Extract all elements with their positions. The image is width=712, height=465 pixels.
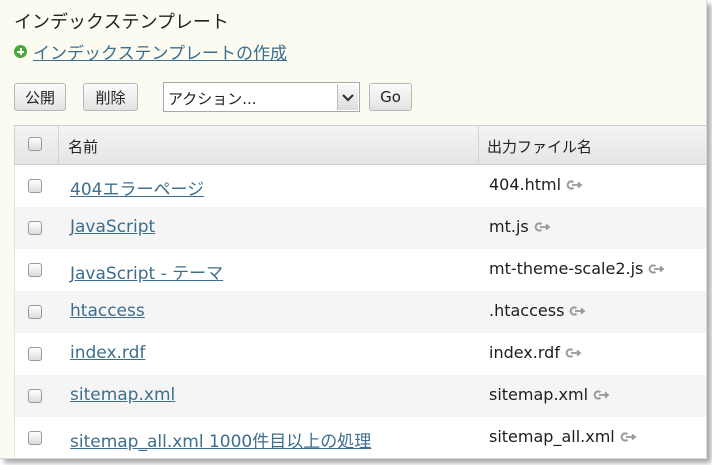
template-name-link[interactable]: htaccess — [70, 301, 145, 321]
header-checkbox-cell — [15, 126, 59, 164]
create-template-action[interactable]: インデックステンプレートの作成 — [14, 39, 287, 64]
output-file-name: 404.html — [489, 175, 562, 194]
plus-circle-icon[interactable] — [14, 45, 27, 58]
output-file-name: index.rdf — [489, 343, 560, 362]
template-name-link[interactable]: JavaScript — [70, 217, 155, 237]
table-row: index.rdf index.rdf — [14, 333, 706, 375]
delete-button[interactable]: 削除 — [83, 83, 138, 111]
external-link-icon[interactable] — [647, 263, 665, 275]
publish-button[interactable]: 公開 — [14, 83, 66, 111]
output-file-cell: 404.html — [489, 175, 583, 194]
table-row: 404エラーページ 404.html — [14, 165, 706, 207]
template-name-link[interactable]: sitemap_all.xml 1000件目以上の処理 — [70, 427, 371, 452]
templates-table: 名前 出力ファイル名 404エラーページ 404.html JavaScript… — [14, 125, 706, 458]
template-name-link[interactable]: index.rdf — [70, 343, 145, 363]
window-frame: インデックステンプレート インデックステンプレートの作成 公開 削除 アクション… — [0, 0, 707, 459]
external-link-icon[interactable] — [564, 347, 582, 359]
output-file-cell: mt-theme-scale2.js — [489, 259, 665, 278]
chevron-down-icon — [342, 93, 354, 102]
page-title: インデックステンプレート — [14, 12, 229, 33]
table-row: sitemap_all.xml 1000件目以上の処理 sitemap_all.… — [14, 417, 706, 458]
action-select[interactable]: アクション... — [163, 82, 360, 112]
output-file-name: mt-theme-scale2.js — [489, 259, 644, 278]
template-name-link[interactable]: JavaScript - テーマ — [70, 259, 223, 284]
external-link-icon[interactable] — [565, 179, 583, 191]
table-header: 名前 出力ファイル名 — [14, 125, 706, 165]
output-file-cell: mt.js — [489, 217, 551, 236]
template-name-link[interactable]: sitemap.xml — [70, 385, 175, 405]
row-checkbox[interactable] — [28, 389, 42, 403]
select-all-checkbox[interactable] — [28, 137, 42, 151]
row-checkbox[interactable] — [28, 305, 42, 319]
output-file-name: mt.js — [489, 217, 529, 236]
output-file-cell: index.rdf — [489, 343, 582, 362]
output-file-cell: .htaccess — [489, 301, 586, 320]
output-file-name: sitemap.xml — [489, 385, 589, 404]
row-checkbox[interactable] — [28, 431, 42, 445]
create-template-link[interactable]: インデックステンプレートの作成 — [33, 39, 287, 64]
output-file-cell: sitemap.xml — [489, 385, 610, 404]
external-link-icon[interactable] — [533, 221, 551, 233]
row-checkbox[interactable] — [28, 221, 42, 235]
table-row: sitemap.xml sitemap.xml — [14, 375, 706, 417]
row-checkbox[interactable] — [28, 347, 42, 361]
table-row: JavaScript - テーマ mt-theme-scale2.js — [14, 249, 706, 291]
output-file-cell: sitemap_all.xml — [489, 427, 637, 446]
action-select-value: アクション... — [168, 90, 257, 108]
go-button[interactable]: Go — [369, 83, 412, 111]
output-file-name: .htaccess — [489, 301, 565, 320]
external-link-icon[interactable] — [619, 431, 637, 443]
column-header-name[interactable]: 名前 — [68, 136, 98, 157]
toolbar: 公開 削除 アクション... Go — [14, 82, 704, 113]
table-row: htaccess .htaccess — [14, 291, 706, 333]
template-name-link[interactable]: 404エラーページ — [70, 175, 204, 200]
column-divider — [478, 126, 479, 164]
table-row: JavaScript mt.js — [14, 207, 706, 249]
dropdown-arrow-button[interactable] — [337, 84, 358, 110]
external-link-icon[interactable] — [592, 389, 610, 401]
row-checkbox[interactable] — [28, 179, 42, 193]
column-header-output-file[interactable]: 出力ファイル名 — [487, 136, 592, 157]
output-file-name: sitemap_all.xml — [489, 427, 615, 446]
external-link-icon[interactable] — [568, 305, 586, 317]
row-checkbox[interactable] — [28, 263, 42, 277]
